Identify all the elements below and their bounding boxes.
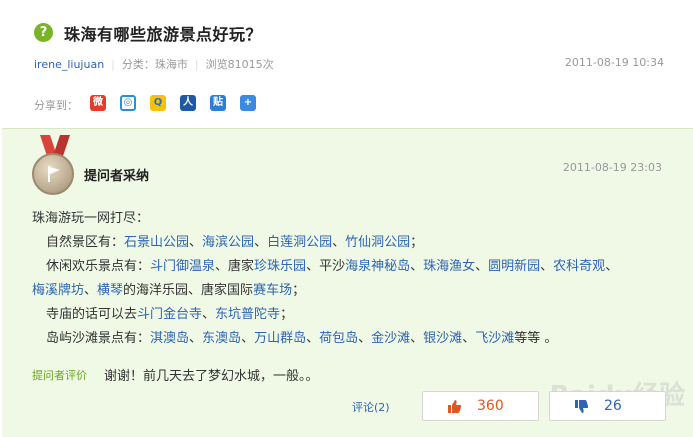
spot-link[interactable]: 万山群岛 xyxy=(254,331,306,346)
spot-link[interactable]: 石景山公园 xyxy=(124,235,189,250)
spot-link[interactable]: 飞沙滩 xyxy=(475,331,514,346)
downvote-button[interactable]: 26 xyxy=(549,391,666,421)
question-time: 2011-08-19 10:34 xyxy=(564,56,664,69)
spot-link[interactable]: 竹仙洞公园 xyxy=(345,235,410,250)
question-panel: ? 珠海有哪些旅游景点好玩？ irene_liujuan | 分类：珠海市 | 浏览81… xyxy=(0,0,693,128)
qq-icon[interactable]: Q xyxy=(150,95,166,111)
answer-intro: 珠海游玩一网打尽： xyxy=(32,211,150,226)
temple-label: 寺庙的话可以去 xyxy=(46,307,138,322)
spot-link[interactable]: 赛车场 xyxy=(253,283,292,298)
spot-link[interactable]: 淇澳岛 xyxy=(150,331,189,346)
nature-label: 自然景区有： xyxy=(46,235,125,250)
separator: | xyxy=(111,58,115,71)
asker-comment: 谢谢！前几天去了梦幻水城，一般。。 xyxy=(104,369,319,384)
category-label: 分类：珠海市 xyxy=(121,58,188,71)
spot-link[interactable]: 金沙滩 xyxy=(371,331,410,346)
spot-link[interactable]: 海滨公园 xyxy=(202,235,254,250)
separator: | xyxy=(194,58,199,71)
upvote-button[interactable]: 360 xyxy=(422,391,539,421)
spot-link[interactable]: 东澳岛 xyxy=(202,331,241,346)
comments-link[interactable]: 评论(2) xyxy=(352,399,390,415)
leisure-label: 休闲欢乐景点有： xyxy=(46,259,151,274)
views-count: 浏览81015次 xyxy=(205,58,274,71)
spot-link[interactable]: 白莲洞公园 xyxy=(267,235,332,250)
question-icon: ? xyxy=(34,23,53,42)
spot-link[interactable]: 银沙滩 xyxy=(423,331,462,346)
spot-link[interactable]: 横琴 xyxy=(97,283,123,298)
medal-icon xyxy=(32,153,74,195)
spot-link[interactable]: 斗门御温泉 xyxy=(150,259,215,274)
weibo-icon[interactable]: 微 xyxy=(90,95,106,111)
upvote-count: 360 xyxy=(477,398,504,414)
tieba-icon[interactable]: 贴 xyxy=(210,95,226,111)
adopted-answer-panel: 提问者采纳 2011-08-19 23:03 珠海游玩一网打尽： 自然景区有：石… xyxy=(2,128,693,437)
thumbs-up-icon xyxy=(448,400,462,413)
renren-icon[interactable]: 人 xyxy=(180,95,196,111)
qzone-icon[interactable]: ◎ xyxy=(120,95,136,111)
spot-link[interactable]: 东坑普陀寺 xyxy=(215,307,280,322)
text: 的海洋乐园、唐家国际 xyxy=(123,283,254,298)
spot-link[interactable]: 荷包岛 xyxy=(319,331,358,346)
temple-line: 寺庙的话可以去斗门金台寺、东坑普陀寺； xyxy=(46,307,294,322)
spot-link[interactable]: 珍珠乐园 xyxy=(254,259,306,274)
asker-comment-label: 提问者评价 xyxy=(32,369,87,382)
nature-line: 自然景区有：石景山公园、海滨公园、白莲洞公园、竹仙洞公园； xyxy=(46,235,424,250)
question-title: 珠海有哪些旅游景点好玩？ xyxy=(64,25,263,44)
text: 等等 。 xyxy=(514,331,558,346)
share-label: 分享到： xyxy=(34,99,78,112)
spot-link[interactable]: 圆明新园 xyxy=(488,259,540,274)
leisure-line-2: 梅溪牌坊、横琴的海洋乐园、唐家国际赛车场； xyxy=(32,283,306,298)
spot-link[interactable]: 珠海渔女 xyxy=(423,259,475,274)
more-icon[interactable]: + xyxy=(240,95,256,111)
downvote-count: 26 xyxy=(604,398,622,414)
share-icons: 微 ◎ Q 人贴 + xyxy=(90,95,270,111)
text: 、唐家 xyxy=(215,259,255,274)
spot-link[interactable]: 梅溪牌坊 xyxy=(32,283,84,298)
question-meta: irene_liujuan | 分类：珠海市 | 浏览81015次 2011-08-19… xyxy=(34,56,664,72)
spot-link[interactable]: 斗门金台寺 xyxy=(137,307,202,322)
thumbs-down-icon xyxy=(575,400,589,413)
asker-link[interactable]: irene_liujuan xyxy=(34,58,104,71)
answer-content: 珠海游玩一网打尽： 自然景区有：石景山公园、海滨公园、白莲洞公园、竹仙洞公园； … xyxy=(32,207,618,351)
adopted-title: 提问者采纳 xyxy=(84,169,150,184)
leisure-line: 休闲欢乐景点有：斗门御温泉、唐家珍珠乐园、平沙海泉神秘岛、珠海渔女、圆明新园、农… xyxy=(46,259,619,274)
island-line: 岛屿沙滩景点有：淇澳岛、东澳岛、万山群岛、荷包岛、金沙滩、银沙滩、飞沙滩等等 。 xyxy=(46,331,558,346)
spot-link[interactable]: 农科奇观 xyxy=(553,259,605,274)
spot-link[interactable]: 海泉神秘岛 xyxy=(345,259,410,274)
answer-time: 2011-08-19 23:03 xyxy=(562,161,662,174)
text: 、平沙 xyxy=(306,259,346,274)
island-label: 岛屿沙滩景点有： xyxy=(46,331,151,346)
